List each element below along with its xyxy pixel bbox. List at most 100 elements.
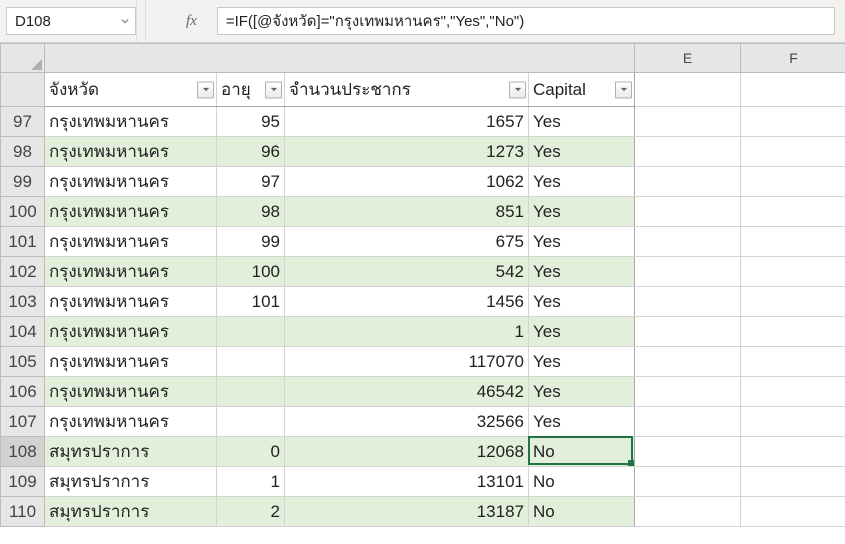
cell-population[interactable]: 117070 <box>285 347 529 377</box>
cell-population[interactable]: 13101 <box>285 467 529 497</box>
cell-population[interactable]: 1062 <box>285 167 529 197</box>
cell-e[interactable] <box>635 497 741 527</box>
cell-province[interactable]: สมุทรปราการ <box>45 437 217 467</box>
name-box[interactable]: D108 <box>6 7 136 35</box>
name-box-dropdown-icon[interactable] <box>119 15 131 27</box>
cell-province[interactable]: กรุงเทพมหานคร <box>45 257 217 287</box>
cell-age[interactable]: 100 <box>217 257 285 287</box>
row-header[interactable]: 102 <box>1 257 45 287</box>
row-header[interactable]: 99 <box>1 167 45 197</box>
cell-capital[interactable]: Yes <box>529 347 635 377</box>
row-header[interactable]: 98 <box>1 137 45 167</box>
cell-e-header[interactable] <box>635 73 741 107</box>
table-header-capital[interactable]: Capital <box>529 73 635 107</box>
filter-button-age[interactable] <box>265 81 282 98</box>
cell-age[interactable]: 0 <box>217 437 285 467</box>
cell-e[interactable] <box>635 287 741 317</box>
cell-province[interactable]: กรุงเทพมหานคร <box>45 167 217 197</box>
cell-e[interactable] <box>635 257 741 287</box>
column-header-e[interactable]: E <box>635 44 741 73</box>
row-header[interactable]: 107 <box>1 407 45 437</box>
spreadsheet-grid[interactable]: E F จังหวัด อายุ จำนวนประชากร Capital <box>0 43 845 544</box>
row-header[interactable]: 110 <box>1 497 45 527</box>
cell-province[interactable]: กรุงเทพมหานคร <box>45 377 217 407</box>
cell-population[interactable]: 675 <box>285 227 529 257</box>
fx-button[interactable]: fx <box>186 13 205 30</box>
cell-e[interactable] <box>635 107 741 137</box>
filter-button-capital[interactable] <box>615 81 632 98</box>
formula-input[interactable]: =IF([@จังหวัด]="กรุงเทพมหานคร","Yes","No… <box>217 7 835 35</box>
cell-e[interactable] <box>635 137 741 167</box>
cell-population[interactable]: 12068 <box>285 437 529 467</box>
cell-e[interactable] <box>635 347 741 377</box>
row-header[interactable]: 101 <box>1 227 45 257</box>
cell-f[interactable] <box>741 467 845 497</box>
cell-population[interactable]: 542 <box>285 257 529 287</box>
cell-age[interactable] <box>217 347 285 377</box>
cell-f[interactable] <box>741 497 845 527</box>
cell-capital[interactable]: Yes <box>529 197 635 227</box>
cell-province[interactable]: สมุทรปราการ <box>45 467 217 497</box>
row-header[interactable]: 106 <box>1 377 45 407</box>
cell-age[interactable]: 96 <box>217 137 285 167</box>
cell-province[interactable]: กรุงเทพมหานคร <box>45 107 217 137</box>
cell-age[interactable]: 95 <box>217 107 285 137</box>
row-header[interactable]: 105 <box>1 347 45 377</box>
cell-f[interactable] <box>741 347 845 377</box>
cell-province[interactable]: กรุงเทพมหานคร <box>45 347 217 377</box>
cell-e[interactable] <box>635 227 741 257</box>
row-header[interactable]: 104 <box>1 317 45 347</box>
cell-f[interactable] <box>741 137 845 167</box>
cell-f[interactable] <box>741 407 845 437</box>
cell-f[interactable] <box>741 167 845 197</box>
table-header-age[interactable]: อายุ <box>217 73 285 107</box>
cell-province[interactable]: สมุทรปราการ <box>45 497 217 527</box>
row-header[interactable]: 97 <box>1 107 45 137</box>
cell-e[interactable] <box>635 317 741 347</box>
table-header-province[interactable]: จังหวัด <box>45 73 217 107</box>
cell-f-header[interactable] <box>741 73 845 107</box>
filter-button-province[interactable] <box>197 81 214 98</box>
cell-population[interactable]: 1273 <box>285 137 529 167</box>
cell-age[interactable]: 99 <box>217 227 285 257</box>
cell-e[interactable] <box>635 467 741 497</box>
cell-e[interactable] <box>635 437 741 467</box>
cell-e[interactable] <box>635 167 741 197</box>
cell-e[interactable] <box>635 197 741 227</box>
row-header[interactable]: 100 <box>1 197 45 227</box>
cell-population[interactable]: 13187 <box>285 497 529 527</box>
row-header[interactable]: 109 <box>1 467 45 497</box>
cell-population[interactable]: 1657 <box>285 107 529 137</box>
cell-population[interactable]: 46542 <box>285 377 529 407</box>
cell-capital[interactable]: Yes <box>529 377 635 407</box>
cell-capital[interactable]: Yes <box>529 407 635 437</box>
cell-age[interactable] <box>217 407 285 437</box>
row-header-blank[interactable] <box>1 73 45 107</box>
cell-f[interactable] <box>741 377 845 407</box>
row-header[interactable]: 108 <box>1 437 45 467</box>
cell-population[interactable]: 1 <box>285 317 529 347</box>
cell-population[interactable]: 32566 <box>285 407 529 437</box>
cell-province[interactable]: กรุงเทพมหานคร <box>45 407 217 437</box>
cell-age[interactable]: 101 <box>217 287 285 317</box>
cell-province[interactable]: กรุงเทพมหานคร <box>45 317 217 347</box>
cell-population[interactable]: 1456 <box>285 287 529 317</box>
cell-age[interactable] <box>217 317 285 347</box>
table-header-population[interactable]: จำนวนประชากร <box>285 73 529 107</box>
cell-province[interactable]: กรุงเทพมหานคร <box>45 137 217 167</box>
cell-f[interactable] <box>741 257 845 287</box>
cell-capital[interactable]: Yes <box>529 167 635 197</box>
cell-capital[interactable]: Yes <box>529 137 635 167</box>
cell-population[interactable]: 851 <box>285 197 529 227</box>
cell-f[interactable] <box>741 227 845 257</box>
filter-button-population[interactable] <box>509 81 526 98</box>
cell-age[interactable] <box>217 377 285 407</box>
cell-e[interactable] <box>635 377 741 407</box>
cell-f[interactable] <box>741 437 845 467</box>
cell-age[interactable]: 98 <box>217 197 285 227</box>
cell-province[interactable]: กรุงเทพมหานคร <box>45 287 217 317</box>
cell-f[interactable] <box>741 107 845 137</box>
cell-province[interactable]: กรุงเทพมหานคร <box>45 227 217 257</box>
cell-capital[interactable]: Yes <box>529 317 635 347</box>
cell-capital[interactable]: Yes <box>529 257 635 287</box>
